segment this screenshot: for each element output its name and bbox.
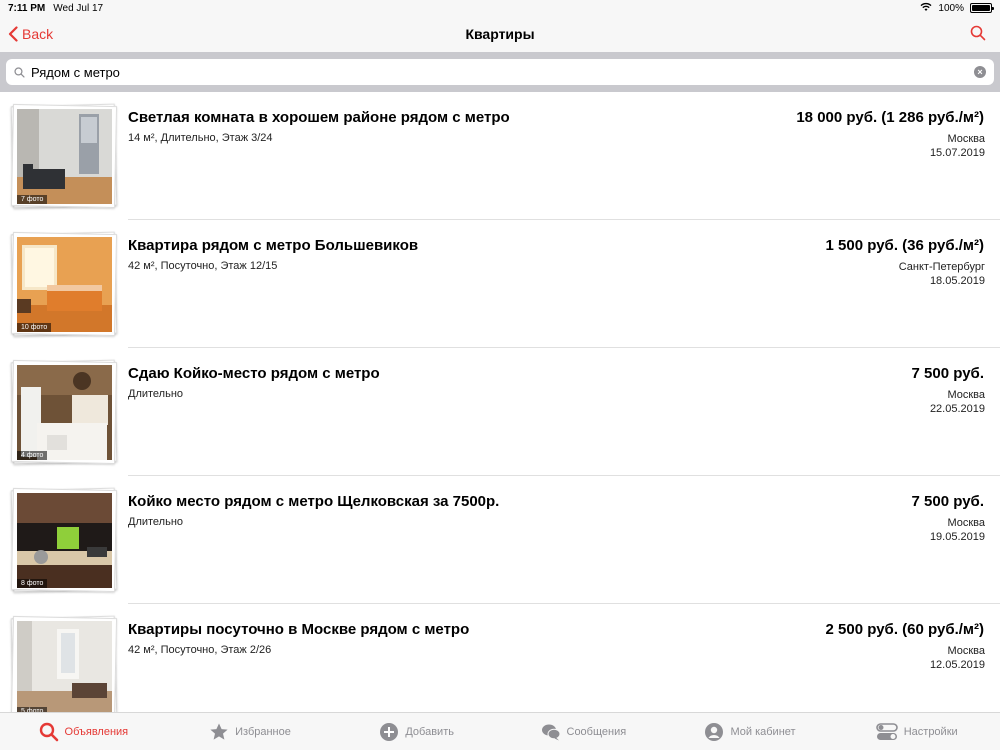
back-label: Back: [22, 26, 54, 42]
magnifier-icon: [14, 66, 25, 78]
photo-stack[interactable]: 8 фото: [10, 487, 118, 593]
listing-price: 18 000 руб. (1 286 руб./м²): [796, 109, 984, 126]
listing-date: 19.05.2019: [929, 531, 985, 543]
search-bar: Рядом с метро ×: [0, 52, 1000, 92]
listing-city: Москва: [947, 645, 985, 657]
tab-bar: Объявления Избранное Добавить Сообщения Мой …: [0, 712, 1000, 750]
photo-stack[interactable]: 10 фото: [10, 231, 118, 337]
listing-photo[interactable]: [17, 365, 112, 460]
tab-label: Объявления: [64, 725, 129, 738]
status-time: 7:11 PM: [8, 2, 46, 14]
tab-label: Сообщения: [566, 725, 627, 738]
listing-details: 42 м², Посуточно, Этаж 12/15: [128, 260, 278, 272]
toggles-icon: [875, 722, 904, 742]
listing-date: 15.07.2019: [929, 147, 985, 159]
listing-date: 18.05.2019: [929, 275, 985, 287]
tab-plus-circle[interactable]: Добавить: [333, 713, 500, 750]
status-date: Wed Jul 17: [53, 2, 104, 14]
listing-date: 12.05.2019: [929, 659, 985, 671]
listing-details: 42 м², Посуточно, Этаж 2/26: [128, 644, 272, 656]
search-field[interactable]: Рядом с метро ×: [6, 59, 994, 85]
listing-details: Длительно: [128, 516, 184, 528]
listing-title: Светлая комната в хорошем районе рядом с…: [128, 109, 510, 126]
listing-price: 2 500 руб. (60 руб./м²): [825, 621, 984, 638]
listings-list[interactable]: 7 фото Светлая комната в хорошем районе …: [0, 92, 1000, 712]
tab-label: Мой кабинет: [730, 725, 796, 738]
photo-count-badge: 10 фото: [17, 323, 52, 332]
listing-city: Москва: [947, 133, 985, 145]
photo-count-badge: 4 фото: [17, 451, 48, 460]
photo-count-badge: 8 фото: [17, 579, 48, 588]
chevron-left-icon: [8, 26, 18, 42]
back-button[interactable]: Back: [8, 16, 53, 52]
photo-stack[interactable]: 5 фото: [10, 615, 118, 712]
photo-count-badge: 7 фото: [17, 195, 48, 204]
tab-label: Избранное: [235, 725, 291, 738]
list-item[interactable]: 8 фото Койко место рядом с метро Щелковс…: [0, 476, 1000, 604]
list-item[interactable]: 10 фото Квартира рядом с метро Большевик…: [0, 220, 1000, 348]
listing-price: 7 500 руб.: [911, 365, 984, 382]
tab-search[interactable]: Объявления: [0, 713, 167, 750]
page-title: Квартиры: [465, 26, 535, 42]
tab-star[interactable]: Избранное: [167, 713, 334, 750]
user-icon: [704, 722, 730, 742]
listing-price: 7 500 руб.: [911, 493, 984, 510]
star-icon: [209, 722, 235, 742]
battery-icon: [970, 3, 994, 13]
listing-details: Длительно: [128, 388, 184, 400]
listing-city: Москва: [947, 389, 985, 401]
tab-chat-bubbles[interactable]: Сообщения: [500, 713, 667, 750]
search-icon: [39, 722, 65, 742]
listing-city: Москва: [947, 517, 985, 529]
list-item[interactable]: 5 фото Квартиры посуточно в Москве рядом…: [0, 604, 1000, 712]
listing-title: Койко место рядом с метро Щелковская за …: [128, 493, 500, 510]
search-icon: [970, 25, 986, 41]
tab-label: Настройки: [903, 725, 958, 738]
listing-photo[interactable]: [17, 621, 112, 712]
status-right: 100%: [920, 2, 994, 15]
chat-bubbles-icon: [541, 722, 567, 742]
listing-title: Сдаю Койко-место рядом с метро: [128, 365, 380, 382]
photo-stack[interactable]: 7 фото: [10, 103, 118, 209]
status-bar: 7:11 PM Wed Jul 17 100%: [0, 0, 1000, 16]
navigation-bar: Back Квартиры: [0, 16, 1000, 52]
listing-photo[interactable]: [17, 237, 112, 332]
tab-user[interactable]: Мой кабинет: [667, 713, 834, 750]
wifi-icon: [920, 2, 932, 15]
listing-date: 22.05.2019: [929, 403, 985, 415]
tab-label: Добавить: [405, 725, 454, 738]
listing-title: Квартира рядом с метро Большевиков: [128, 237, 419, 254]
listing-title: Квартиры посуточно в Москве рядом с метр…: [128, 621, 470, 638]
listing-details: 14 м², Длительно, Этаж 3/24: [128, 132, 273, 144]
listing-price: 1 500 руб. (36 руб./м²): [825, 237, 984, 254]
plus-circle-icon: [379, 722, 405, 742]
photo-stack[interactable]: 4 фото: [10, 359, 118, 465]
list-item[interactable]: 7 фото Светлая комната в хорошем районе …: [0, 92, 1000, 220]
listing-photo[interactable]: [17, 109, 112, 204]
search-input[interactable]: Рядом с метро: [31, 65, 974, 80]
listing-photo[interactable]: [17, 493, 112, 588]
clear-icon[interactable]: ×: [974, 66, 986, 78]
search-button[interactable]: [970, 25, 986, 46]
tab-toggles[interactable]: Настройки: [833, 713, 1000, 750]
list-item[interactable]: 4 фото Сдаю Койко-место рядом с метро Дл…: [0, 348, 1000, 476]
battery-percent: 100%: [938, 2, 964, 14]
listing-city: Санкт-Петербург: [898, 261, 985, 273]
